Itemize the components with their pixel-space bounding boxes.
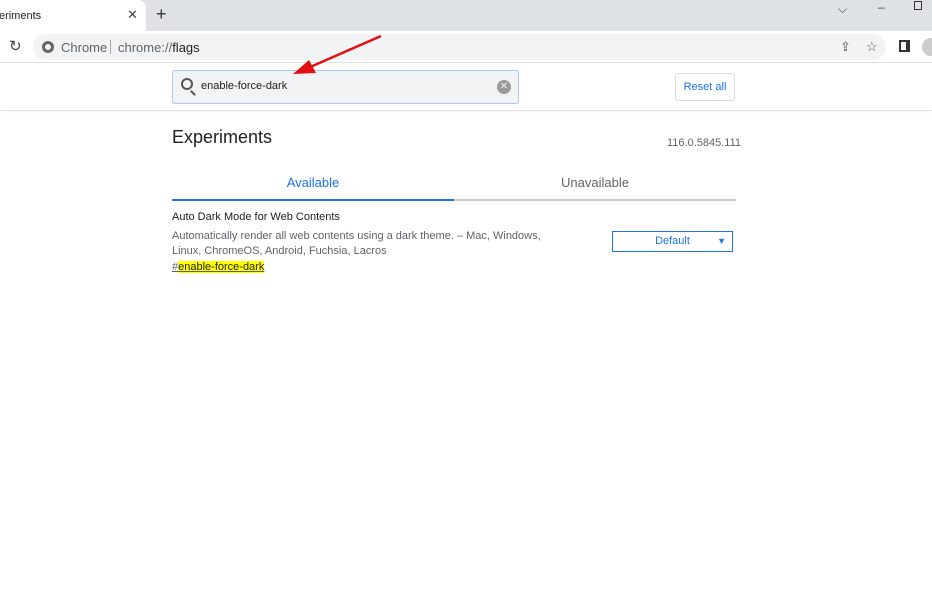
arrow-shaft (307, 34, 382, 70)
arrow-head (293, 60, 316, 74)
annotation-arrow (293, 34, 382, 74)
